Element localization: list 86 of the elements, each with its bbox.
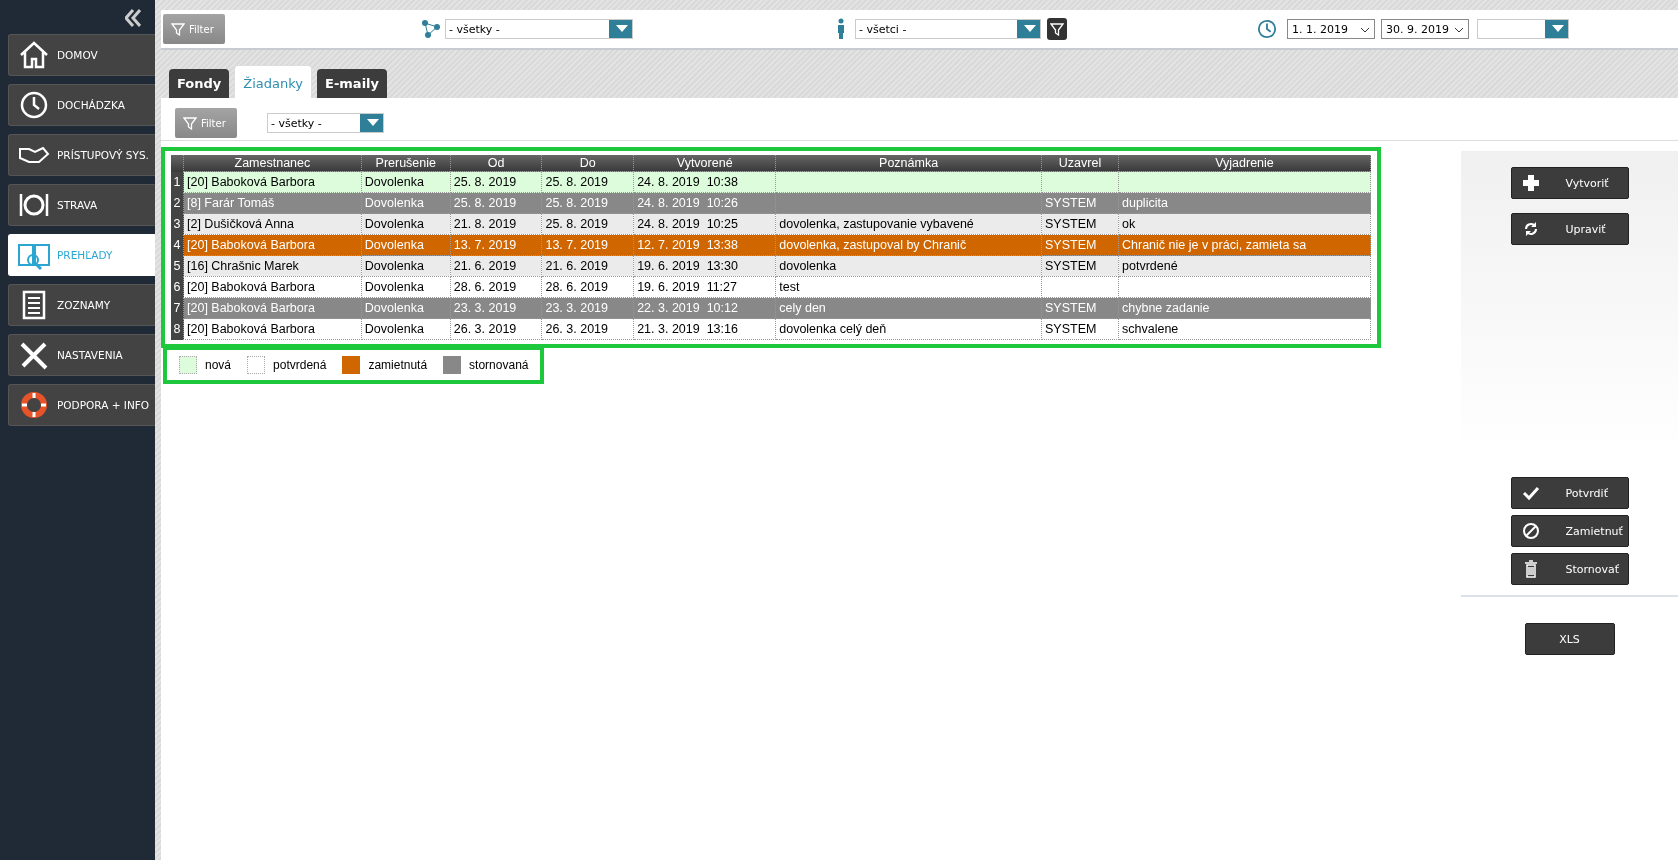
legend-label: potvrdená — [273, 358, 327, 372]
column-header: Zamestnanec — [183, 155, 362, 172]
date-from-field[interactable]: 1. 1. 2019 — [1287, 19, 1375, 39]
table-cell: Dovolenka — [361, 276, 451, 298]
table-cell: Dovolenka — [361, 297, 451, 319]
network-icon — [421, 18, 441, 40]
chevron-icon — [1454, 26, 1464, 33]
table-cell: 21. 6. 2019 — [450, 255, 542, 277]
caret-icon — [1024, 25, 1036, 33]
row-number: 4 — [171, 234, 184, 256]
table-cell: duplicita — [1118, 192, 1371, 214]
row-number: 1 — [171, 171, 184, 193]
date-to-field[interactable]: 30. 9. 2019 — [1381, 19, 1469, 39]
caret-icon — [1552, 25, 1564, 33]
dropdown-field[interactable] — [1477, 19, 1569, 39]
column-header: Vyjadrenie — [1118, 155, 1371, 172]
action-button[interactable]: Upraviť — [1510, 213, 1629, 245]
row-number: 7 — [171, 297, 184, 319]
column-header: Do — [541, 155, 634, 172]
legend-label: zamietnutá — [368, 358, 428, 372]
legend-label: stornovaná — [469, 358, 529, 372]
column-header: Od — [450, 155, 542, 172]
table-cell: 13. 7. 2019 — [450, 234, 542, 256]
person-select[interactable]: - všetci - — [855, 19, 1041, 39]
caret-icon — [616, 25, 628, 33]
row-number: 8 — [171, 318, 184, 340]
table-cell: Dovolenka — [361, 213, 451, 235]
table-cell: cely den — [775, 297, 1042, 319]
table-cell: dovolenka — [775, 255, 1042, 277]
filter-icon — [1050, 22, 1064, 36]
nav-item[interactable]: ZOZNAMY — [8, 284, 155, 326]
row-number: 5 — [171, 255, 184, 277]
chevron-icon — [1360, 26, 1370, 33]
nav-item[interactable]: NASTAVENIA — [8, 334, 155, 376]
check-icon — [1521, 484, 1540, 502]
table-cell: chybne zadanie — [1118, 297, 1371, 319]
tab[interactable]: Fondy — [169, 69, 230, 98]
table-cell: Dovolenka — [361, 318, 451, 340]
action-button[interactable]: Zamietnuť — [1510, 515, 1629, 547]
group-select[interactable]: - všetky - — [445, 19, 633, 39]
table-cell: 26. 3. 2019 — [450, 318, 542, 340]
table-cell: Dovolenka — [361, 171, 451, 193]
filter-icon — [171, 22, 185, 36]
column-header: Prerušenie — [361, 155, 451, 172]
filter-button[interactable] — [1047, 18, 1067, 40]
table-cell: Dovolenka — [361, 192, 451, 214]
legend-label: nová — [205, 358, 232, 372]
nav-item[interactable]: PRÍSTUPOVÝ SYS. — [8, 134, 155, 176]
collapse-icon[interactable] — [125, 8, 141, 28]
tab[interactable]: Žiadanky — [234, 65, 313, 98]
table-cell: 21. 8. 2019 — [450, 213, 542, 235]
row-number: 3 — [171, 213, 184, 235]
row-number: 6 — [171, 276, 184, 298]
column-header: Vytvorené — [633, 155, 776, 172]
nav-item[interactable]: DOCHÁDZKA — [8, 84, 155, 126]
table-cell: test — [775, 276, 1042, 298]
create-button[interactable]: Vytvoriť — [1510, 167, 1629, 199]
nav-item[interactable]: PODPORA + INFO — [8, 384, 155, 426]
table-cell: dovolenka celý deň — [775, 318, 1042, 340]
tab[interactable]: E-maily — [317, 69, 387, 98]
action-button[interactable]: Potvrdiť — [1510, 477, 1629, 509]
clock-icon — [1257, 18, 1277, 40]
table-cell: dovolenka, zastupovanie vybavené — [775, 213, 1042, 235]
export-button[interactable]: XLS — [1524, 623, 1615, 655]
table-cell: dovolenka, zastupoval by Chranič — [775, 234, 1042, 256]
table-cell: 23. 3. 2019 — [450, 297, 542, 319]
table-cell: 25. 8. 2019 — [450, 171, 542, 193]
column-header: Poznámka — [775, 155, 1042, 172]
action-button[interactable]: Stornovať — [1510, 553, 1629, 585]
table-cell: Chranič nie je v práci, zamieta sa — [1118, 234, 1371, 256]
column-header: Uzavrel — [1041, 155, 1119, 172]
nav-item[interactable]: STRAVA — [8, 184, 155, 226]
filter-icon — [183, 116, 197, 130]
caret-icon — [367, 119, 379, 127]
table-cell: 28. 6. 2019 — [450, 276, 542, 298]
table-cell: Dovolenka — [361, 234, 451, 256]
ban-icon — [1521, 522, 1540, 540]
nav-item[interactable]: DOMOV — [8, 34, 155, 76]
status-select[interactable]: - všetky - — [267, 113, 384, 133]
table-cell: Dovolenka — [361, 255, 451, 277]
table-cell: schvalene — [1118, 318, 1371, 340]
table-cell: potvrdené — [1118, 255, 1371, 277]
table-cell: ok — [1118, 213, 1371, 235]
row-number: 2 — [171, 192, 184, 214]
plus-icon — [1521, 174, 1540, 192]
table-cell: 25. 8. 2019 — [450, 192, 542, 214]
